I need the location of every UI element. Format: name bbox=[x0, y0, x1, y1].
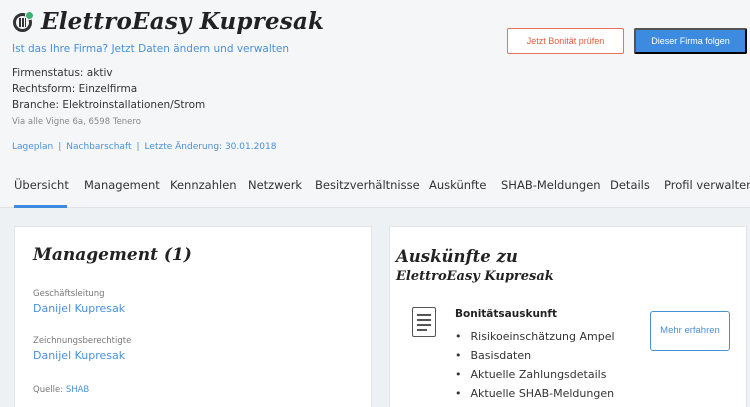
legal-form: Rechtsform: Einzelfirma bbox=[12, 83, 138, 95]
company-header: ElettroEasy Kupresak Ist das Ihre Firma?… bbox=[0, 0, 750, 208]
link-separator: | bbox=[58, 142, 62, 152]
tab-shab-meldungen[interactable]: SHAB-Meldungen bbox=[501, 178, 601, 192]
last-change-link[interactable]: Letzte Änderung: 30.01.2018 bbox=[145, 142, 277, 152]
source-line: Quelle: SHAB bbox=[33, 385, 89, 395]
list-item: Aktuelle Zahlungsdetails bbox=[455, 365, 615, 384]
company-address: Via alle Vigne 6a, 6598 Tenero bbox=[12, 117, 141, 127]
report-title: Bonitätsauskunft bbox=[455, 308, 557, 320]
tab-profil-verwalten[interactable]: Profil verwalten bbox=[664, 178, 750, 192]
tab-besitzverhaeltnisse[interactable]: Besitzverhältnisse bbox=[315, 178, 420, 192]
role-label: Zeichnungsberechtigte bbox=[33, 336, 132, 346]
check-credit-button[interactable]: Jetzt Bonität prüfen bbox=[507, 28, 624, 54]
source-label: Quelle: bbox=[33, 385, 64, 395]
industry: Branche: Elektroinstallationen/Strom bbox=[12, 99, 206, 111]
learn-more-button[interactable]: Mehr erfahren bbox=[650, 311, 730, 351]
follow-company-button[interactable]: Dieser Firma folgen bbox=[634, 28, 747, 54]
auskuenfte-title: Auskünfte zu bbox=[396, 247, 518, 266]
company-status: Firmenstatus: aktiv bbox=[12, 67, 113, 79]
source-link[interactable]: SHAB bbox=[66, 385, 89, 395]
person-link[interactable]: Danijel Kupresak bbox=[33, 302, 125, 315]
list-item: Aktuelle SHAB-Meldungen bbox=[455, 384, 615, 403]
tab-details[interactable]: Details bbox=[610, 178, 650, 192]
active-tab-indicator bbox=[14, 205, 67, 208]
tab-overview[interactable]: Übersicht bbox=[14, 178, 69, 192]
company-title: ElettroEasy Kupresak bbox=[41, 8, 325, 35]
header-links: Lageplan | Nachbarschaft | Letzte Änderu… bbox=[12, 142, 276, 152]
tab-management[interactable]: Management bbox=[84, 178, 160, 192]
tab-auskuenfte[interactable]: Auskünfte bbox=[429, 178, 486, 192]
title-row: ElettroEasy Kupresak bbox=[12, 8, 324, 35]
map-link[interactable]: Lageplan bbox=[12, 142, 53, 152]
auskuenfte-card: Auskünfte zu ElettroEasy Kupresak Bonitä… bbox=[389, 226, 747, 407]
verified-company-icon bbox=[12, 10, 34, 33]
report-document-icon bbox=[412, 307, 436, 337]
management-card: Management (1) Geschäftsleitung Danijel … bbox=[14, 226, 372, 407]
link-separator: | bbox=[136, 142, 140, 152]
list-item: Basisdaten bbox=[455, 346, 615, 365]
tab-kennzahlen[interactable]: Kennzahlen bbox=[170, 178, 237, 192]
neighborhood-link[interactable]: Nachbarschaft bbox=[66, 142, 131, 152]
management-title: Management (1) bbox=[33, 245, 192, 265]
tab-netzwerk[interactable]: Netzwerk bbox=[248, 178, 302, 192]
list-item: Risikoeinschätzung Ampel bbox=[455, 327, 615, 346]
claim-company-link[interactable]: Ist das Ihre Firma? Jetzt Daten ändern u… bbox=[12, 43, 289, 55]
person-link[interactable]: Danijel Kupresak bbox=[33, 349, 125, 362]
report-features: Risikoeinschätzung Ampel Basisdaten Aktu… bbox=[455, 327, 615, 403]
company-tabs: Übersicht Management Kennzahlen Netzwerk… bbox=[0, 178, 750, 208]
role-label: Geschäftsleitung bbox=[33, 289, 105, 299]
auskuenfte-subtitle: ElettroEasy Kupresak bbox=[396, 269, 554, 284]
